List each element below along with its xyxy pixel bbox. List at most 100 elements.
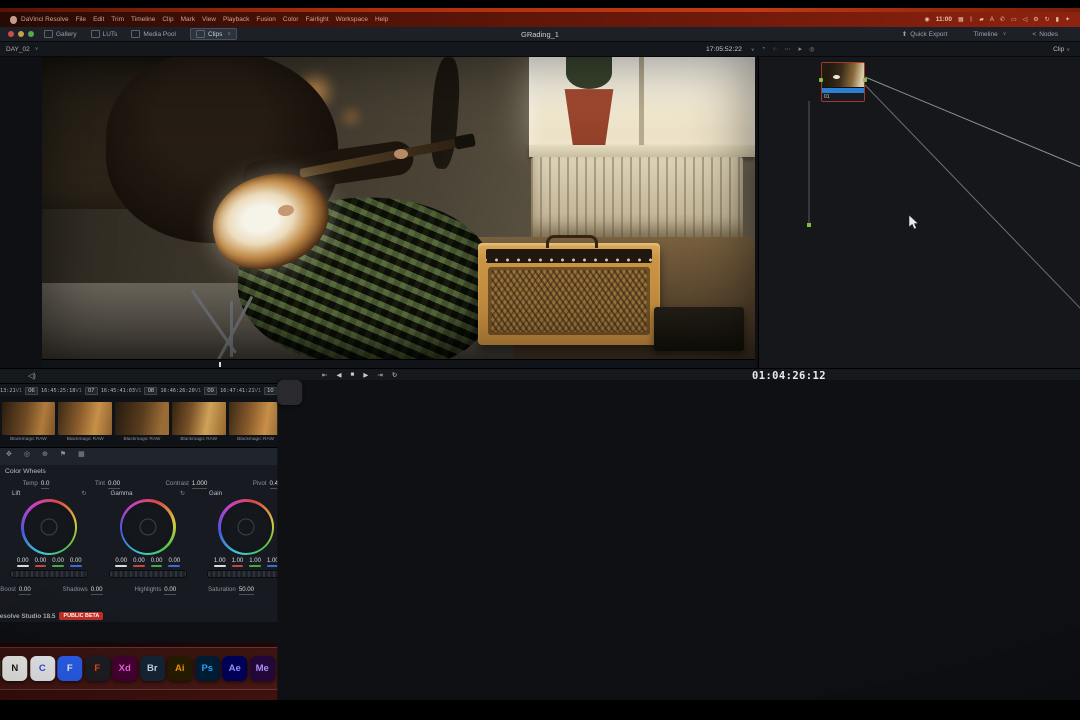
dock-app-icon[interactable]: Ai <box>167 656 193 681</box>
dock-item[interactable] <box>277 379 1080 720</box>
status-icon[interactable]: ▭ <box>1011 16 1017 23</box>
menu-item[interactable]: Playback <box>223 16 249 23</box>
master-wheel-slider[interactable] <box>207 569 286 578</box>
dock-item[interactable]: Me <box>249 656 275 681</box>
node-view-selector[interactable]: Clip ∨ <box>1053 42 1070 57</box>
transport-button[interactable]: ↻ <box>392 371 397 379</box>
dock-app-icon[interactable]: C <box>29 656 55 681</box>
master-wheel-slider[interactable] <box>10 569 89 578</box>
param[interactable]: Tint 0.00 <box>95 479 121 489</box>
menu-item[interactable]: File <box>76 16 86 23</box>
quick-export-button[interactable]: ⬆ Quick Export <box>902 30 948 39</box>
timeline-clip-entry[interactable]: V1 07 16:45:41:03 <box>75 386 135 395</box>
dock-item[interactable]: Ps <box>194 656 220 681</box>
clip-thumbnail[interactable]: Blackmagic RAW <box>57 402 114 447</box>
clip-thumbnail-image[interactable] <box>171 402 226 435</box>
clip-thumbnail[interactable]: Blackmagic RAW <box>114 402 171 447</box>
toolbar-icon[interactable]: ⊕ <box>42 450 48 458</box>
param[interactable]: Contrast 1.000 <box>165 479 208 489</box>
status-icon[interactable]: ◁ <box>1023 16 1028 23</box>
media-pool-button[interactable]: Media Pool <box>131 30 176 38</box>
luts-button[interactable]: LUTs <box>90 30 117 38</box>
jog-playhead[interactable] <box>219 362 221 367</box>
dock-app-icon[interactable]: N <box>2 656 28 681</box>
node-input-dot[interactable] <box>819 78 823 82</box>
nodes-button[interactable]: < Nodes <box>1032 31 1058 38</box>
clips-toggle-button[interactable]: Clips ∨ <box>189 28 238 40</box>
status-icon[interactable]: A <box>990 17 994 23</box>
viewer-tool-icon[interactable]: ➤ <box>797 46 802 53</box>
transport-button[interactable]: ⇥ <box>377 371 382 379</box>
viewer-tool-icon[interactable]: ◔ <box>762 46 766 53</box>
param[interactable]: Saturation 50.00 <box>208 586 255 595</box>
node-graph[interactable]: 01 <box>758 57 1080 368</box>
status-icon[interactable]: 11:00 <box>936 16 952 23</box>
color-wheel[interactable] <box>21 499 78 555</box>
timeline-clip-entry[interactable]: V1 08 16:46:26:20 <box>135 386 195 395</box>
dock-app-icon[interactable]: Ae <box>222 656 248 681</box>
status-icon[interactable]: ✆ <box>1000 16 1005 23</box>
toolbar-icon[interactable]: ▦ <box>78 450 85 458</box>
menu-item[interactable]: Workspace <box>336 16 368 23</box>
reset-icon[interactable]: ↻ <box>180 490 185 497</box>
param[interactable]: Highlights 0.00 <box>134 586 177 595</box>
status-icon[interactable]: ◉ <box>924 16 929 23</box>
mute-icon[interactable]: ◁) <box>28 372 36 380</box>
clip-thumbnail-image[interactable] <box>228 402 283 435</box>
status-icon[interactable]: ↻ <box>1045 16 1050 23</box>
dock-app-icon[interactable]: Xd <box>112 656 138 681</box>
menu-item[interactable]: View <box>202 16 216 23</box>
reset-icon[interactable]: ↻ <box>81 490 86 497</box>
dock-app-icon[interactable] <box>277 379 303 405</box>
menu-item[interactable]: Clip <box>162 16 173 23</box>
param[interactable]: Shadows 0.00 <box>63 586 103 595</box>
dock-item[interactable]: Ai <box>167 656 193 681</box>
menu-item[interactable]: Mark <box>181 16 195 23</box>
viewer-tool-icon[interactable]: ⋯ <box>784 46 790 53</box>
status-icon[interactable]: ✦ <box>1065 16 1070 23</box>
menu-item[interactable]: Edit <box>93 16 104 23</box>
clip-thumbnail-image[interactable] <box>1 402 56 435</box>
corrector-node[interactable]: 01 <box>819 62 867 102</box>
clip-thumbnail-image[interactable] <box>58 402 113 435</box>
clip-thumbnail-image[interactable] <box>115 402 169 435</box>
dock-item[interactable]: F <box>84 656 110 681</box>
dock-item[interactable]: Xd <box>112 656 138 681</box>
timeline-selector[interactable]: DAY_02 ∨ <box>6 46 38 53</box>
timeline-clip-entry[interactable]: 13:21 <box>0 388 16 394</box>
menu-item[interactable]: Trim <box>111 16 124 23</box>
dock-item[interactable]: F <box>57 656 83 681</box>
menu-item[interactable]: Help <box>375 16 388 23</box>
dock-app-icon[interactable]: Ps <box>194 656 220 681</box>
dock-item[interactable]: C <box>29 656 55 681</box>
dock-app-icon[interactable]: Me <box>249 656 275 681</box>
viewer-tool-icon[interactable]: ◎ <box>809 46 814 53</box>
status-icon[interactable]: ⚙ <box>1033 16 1038 23</box>
viewer-tool-icon[interactable]: ⁘ <box>772 46 777 53</box>
status-icon[interactable]: ▦ <box>958 16 964 23</box>
dock-item[interactable]: N <box>2 656 28 681</box>
transport-button[interactable]: ▶ <box>363 371 368 379</box>
timeline-clip-entry[interactable]: V1 09 16:47:41:21 <box>195 386 255 395</box>
viewer[interactable] <box>42 57 755 359</box>
node-output-dot[interactable] <box>863 78 867 82</box>
gallery-button[interactable]: Gallery <box>44 30 77 38</box>
timeline-dropdown[interactable]: Timeline ∨ <box>973 31 1006 38</box>
dock-app-icon[interactable]: F <box>57 656 83 681</box>
clip-thumbnail[interactable]: Blackmagic RAW <box>170 402 227 447</box>
param[interactable]: Color Boost0.00 <box>0 586 31 595</box>
color-wheel[interactable] <box>119 499 176 555</box>
dock-item[interactable]: Br <box>139 656 165 681</box>
master-wheel-slider[interactable] <box>108 569 187 578</box>
status-icon[interactable]: ▮ <box>1056 16 1059 23</box>
menu-item[interactable]: DaVinci Resolve <box>21 16 69 23</box>
apple-menu-icon[interactable] <box>10 15 17 24</box>
transport-button[interactable]: ◀ <box>336 371 341 379</box>
dock-app-icon[interactable]: F <box>84 656 110 681</box>
param[interactable]: Temp 0.0 <box>23 479 50 489</box>
clip-thumbnail[interactable]: Blackmagic RAW <box>0 402 57 447</box>
toolbar-icon[interactable]: ◎ <box>24 450 30 458</box>
color-wheel[interactable] <box>218 499 275 555</box>
toolbar-icon[interactable]: ✥ <box>6 450 12 458</box>
dock-item[interactable]: Ae <box>222 656 248 681</box>
